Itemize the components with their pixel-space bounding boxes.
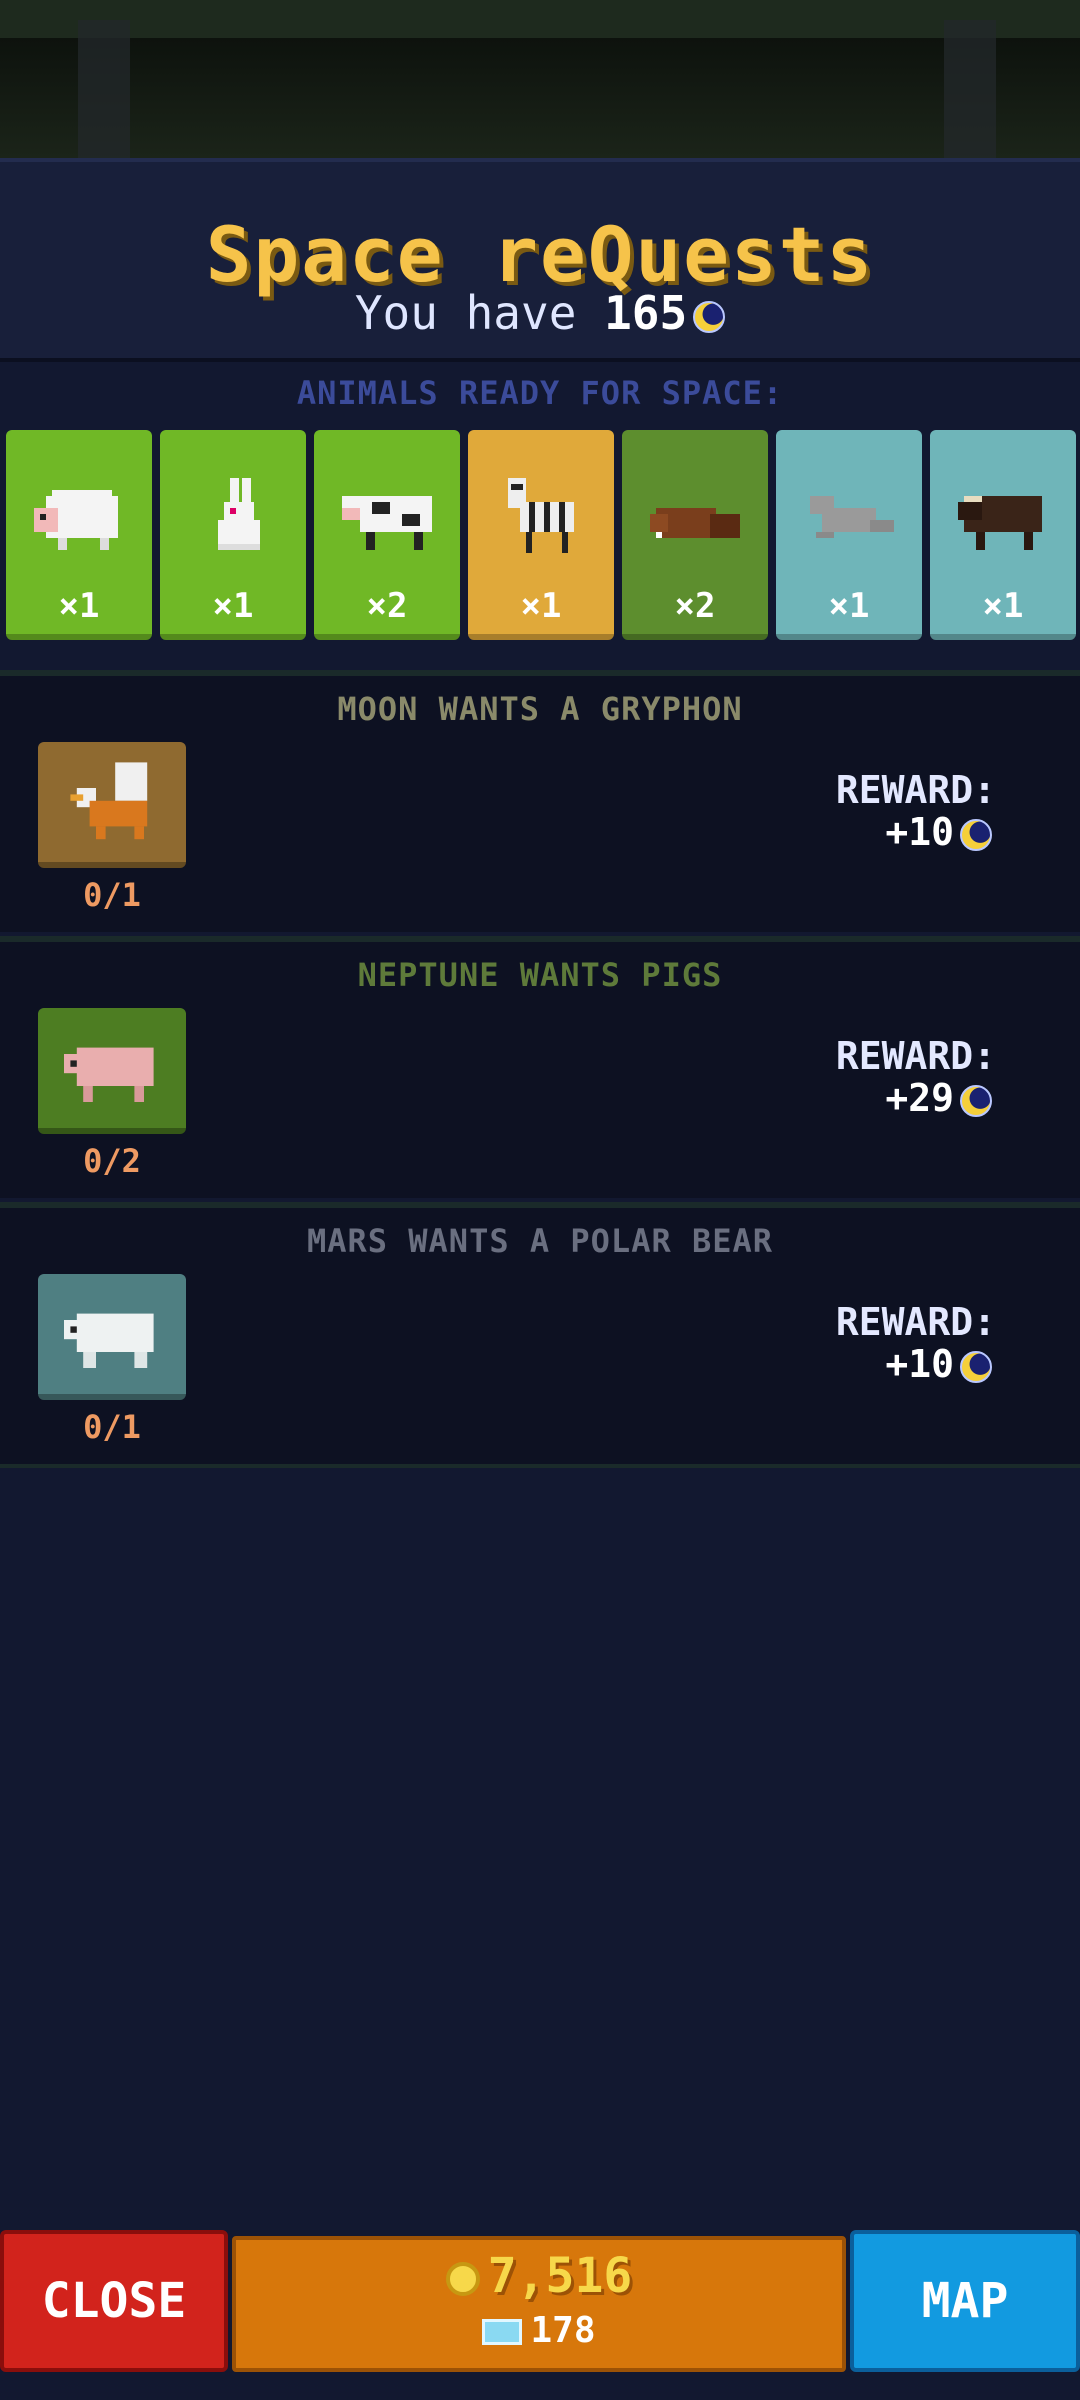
coins-value: 7,516 bbox=[487, 2248, 633, 2304]
animal-card-zebra[interactable]: ×1 bbox=[468, 430, 614, 640]
balance-value: 165 bbox=[604, 286, 688, 340]
panel-header: Space reQuests You have 165 bbox=[0, 158, 1080, 362]
ready-label: ANIMALS READY FOR SPACE: bbox=[296, 374, 784, 412]
animal-card-musk-ox[interactable]: ×1 bbox=[930, 430, 1076, 640]
pillar-right bbox=[944, 20, 996, 158]
gem-icon bbox=[482, 2319, 523, 2345]
balance-line: You have 165 bbox=[0, 286, 1080, 340]
animal-count: ×1 bbox=[828, 586, 870, 626]
quest-progress: 0/2 bbox=[83, 1142, 141, 1180]
animal-card-cow[interactable]: ×2 bbox=[314, 430, 460, 640]
map-button[interactable]: MAP bbox=[850, 2230, 1080, 2372]
reward-value-wrap: +10 bbox=[885, 810, 992, 854]
close-button[interactable]: CLOSE bbox=[0, 2230, 228, 2372]
currency-panel: 7,516 178 bbox=[232, 2236, 846, 2372]
gryphon-icon bbox=[70, 762, 148, 840]
bottom-bar: CLOSE 7,516 178 MAP bbox=[0, 2230, 1080, 2400]
moon-coin-icon bbox=[693, 300, 726, 333]
coin-icon bbox=[445, 2262, 480, 2296]
pillar-left bbox=[78, 20, 130, 158]
quest-animal-tile bbox=[38, 742, 186, 868]
polar-bear-icon bbox=[64, 1313, 154, 1368]
quest-row-neptune[interactable]: NEPTUNE WANTS PIGS 0/2 REWARD: +29 bbox=[0, 936, 1080, 1198]
beaver-icon bbox=[650, 508, 740, 538]
animal-count: ×1 bbox=[58, 586, 100, 626]
quest-row-moon[interactable]: MOON WANTS A GRYPHON 0/1 REWARD: +10 bbox=[0, 670, 1080, 932]
divider bbox=[0, 1464, 1080, 1468]
animal-card-seal[interactable]: ×1 bbox=[776, 430, 922, 640]
moon-coin-icon bbox=[960, 1084, 992, 1117]
animal-count: ×1 bbox=[212, 586, 254, 626]
balance-prefix: You have bbox=[354, 286, 605, 340]
moon-coin-icon bbox=[960, 818, 992, 851]
reward-value: +10 bbox=[885, 1342, 954, 1386]
animal-card-beaver[interactable]: ×2 bbox=[622, 430, 768, 640]
seal-icon bbox=[810, 496, 894, 538]
quest-row-mars[interactable]: MARS WANTS A POLAR BEAR 0/1 REWARD: +10 bbox=[0, 1202, 1080, 1464]
reward-value: +10 bbox=[885, 810, 954, 854]
quest-title: MARS WANTS A POLAR BEAR bbox=[306, 1222, 774, 1260]
reward-label: REWARD: bbox=[835, 1034, 996, 1078]
animal-count: ×1 bbox=[982, 586, 1024, 626]
reward-value-wrap: +10 bbox=[885, 1342, 992, 1386]
reward-value-wrap: +29 bbox=[885, 1076, 992, 1120]
reward-label: REWARD: bbox=[835, 768, 996, 812]
animal-count: ×2 bbox=[366, 586, 408, 626]
cow-icon bbox=[342, 496, 432, 550]
quest-progress: 0/1 bbox=[83, 876, 141, 914]
quest-animal-tile bbox=[38, 1274, 186, 1400]
quest-animal-tile bbox=[38, 1008, 186, 1134]
sheep-icon bbox=[34, 490, 118, 550]
animal-count: ×1 bbox=[520, 586, 562, 626]
rabbit-icon bbox=[218, 478, 260, 550]
ready-animals-section: ANIMALS READY FOR SPACE: ×1 ×1 ×2 ×1 ×2 … bbox=[0, 362, 1080, 674]
animal-card-rabbit[interactable]: ×1 bbox=[160, 430, 306, 640]
animal-count: ×2 bbox=[674, 586, 716, 626]
animal-card-sheep[interactable]: ×1 bbox=[6, 430, 152, 640]
quest-title: NEPTUNE WANTS PIGS bbox=[357, 956, 723, 994]
musk-ox-icon bbox=[958, 496, 1042, 550]
reward-label: REWARD: bbox=[835, 1300, 996, 1344]
coins-display: 7,516 bbox=[236, 2248, 842, 2304]
gems-display: 178 bbox=[236, 2310, 842, 2351]
quest-progress: 0/1 bbox=[83, 1408, 141, 1446]
quest-title: MOON WANTS A GRYPHON bbox=[337, 690, 743, 728]
reward-value: +29 bbox=[885, 1076, 954, 1120]
game-backdrop bbox=[0, 0, 1080, 158]
moon-coin-icon bbox=[960, 1350, 992, 1383]
pig-icon bbox=[64, 1047, 154, 1102]
gems-value: 178 bbox=[530, 2310, 596, 2351]
zebra-icon bbox=[508, 478, 574, 553]
